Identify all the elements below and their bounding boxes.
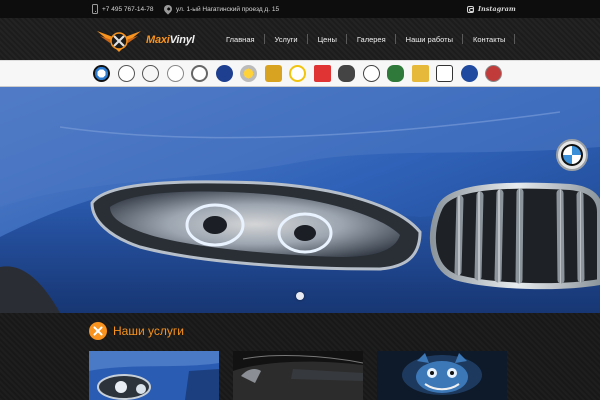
main-nav: Главная Услуги Цены Галерея Наши работы …: [216, 18, 516, 60]
logo-part-2: Vinyl: [169, 34, 195, 46]
brand-logo-bmw-icon[interactable]: [93, 65, 110, 82]
brand-logo-infiniti-icon[interactable]: [166, 65, 184, 82]
site-logo[interactable]: MaxiVinyl: [95, 26, 195, 54]
service-image-blue-car: [89, 351, 219, 400]
nav-gallery[interactable]: Галерея: [347, 32, 396, 46]
top-contact-bar: +7 495 767-14-78 ул. 1-ый Нагатинский пр…: [0, 0, 600, 18]
slider-dot[interactable]: [296, 292, 304, 300]
brand-logo-mitsubishi-icon[interactable]: [313, 65, 331, 82]
car-brand-strip: [0, 60, 600, 87]
brand-logo-mazda-icon[interactable]: [362, 65, 380, 82]
instagram-link[interactable]: Instagram: [467, 0, 516, 18]
service-thumb-1[interactable]: [89, 351, 219, 400]
brand-logo-land-rover-icon[interactable]: [387, 65, 404, 82]
nav-home[interactable]: Главная: [216, 32, 265, 46]
hero-banner: [0, 87, 600, 313]
nav-contacts[interactable]: Контакты: [463, 32, 516, 46]
brand-logo-subaru-icon[interactable]: [215, 65, 233, 82]
brand-logo-mini-icon[interactable]: [338, 65, 355, 82]
nav-prices[interactable]: Цены: [308, 32, 348, 46]
logo-part-1: Maxi: [146, 34, 170, 46]
hero-car-image: [0, 87, 600, 313]
site-header: MaxiVinyl Главная Услуги Цены Галерея На…: [0, 18, 600, 60]
brand-logo-opel-icon[interactable]: [289, 65, 306, 82]
phone-contact[interactable]: +7 495 767-14-78: [92, 0, 154, 18]
brand-logo-ford-icon[interactable]: [460, 65, 478, 82]
logo-wordmark: MaxiVinyl: [146, 34, 195, 46]
phone-number: +7 495 767-14-78: [102, 5, 154, 13]
logo-emblem-icon: [97, 31, 141, 52]
tools-icon: [89, 322, 107, 340]
service-image-airbrush: [377, 351, 507, 400]
brand-logo-smart-icon[interactable]: [240, 65, 257, 82]
brand-logo-chevrolet-icon[interactable]: [411, 65, 429, 82]
brand-logo-honda-icon[interactable]: [436, 65, 453, 82]
brand-logo-toyota-icon[interactable]: [191, 65, 208, 82]
services-title: Наши услуги: [113, 324, 184, 338]
service-image-film-wrap: [233, 351, 363, 400]
service-thumb-2[interactable]: [233, 351, 363, 400]
service-thumb-3[interactable]: [377, 351, 507, 400]
brand-logo-porsche-icon[interactable]: [264, 65, 282, 82]
map-pin-icon: [162, 3, 174, 15]
brand-logo-mercedes-benz-icon[interactable]: [117, 65, 135, 82]
services-heading: Наши услуги: [89, 322, 184, 340]
nav-services[interactable]: Услуги: [265, 32, 308, 46]
phone-icon: [92, 4, 98, 14]
services-section: Наши услуги: [0, 313, 600, 400]
brand-logo-cadillac-icon[interactable]: [485, 65, 502, 82]
address-text: ул. 1-ый Нагатинский проезд д. 15: [176, 5, 280, 13]
brand-logo-audi-icon[interactable]: [142, 65, 159, 82]
address-contact: ул. 1-ый Нагатинский проезд д. 15: [162, 0, 280, 18]
instagram-label: Instagram: [478, 5, 516, 13]
instagram-icon: [467, 5, 474, 13]
nav-our-works[interactable]: Наши работы: [396, 32, 464, 46]
